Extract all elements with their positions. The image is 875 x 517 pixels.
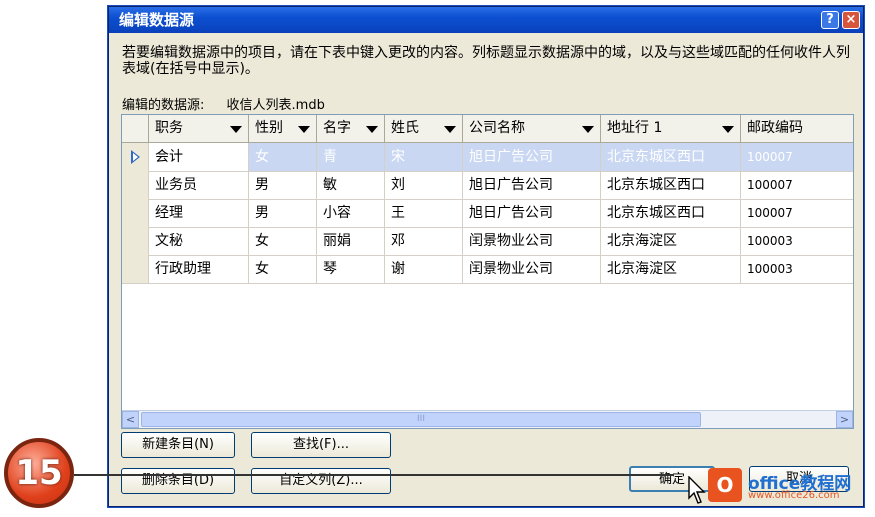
table-cell[interactable]: 北京东城区西口 bbox=[601, 171, 741, 199]
dropdown-arrow-icon[interactable] bbox=[722, 126, 734, 133]
table-cell[interactable]: 男 bbox=[249, 171, 317, 199]
row-selector[interactable] bbox=[122, 143, 149, 171]
close-button[interactable]: × bbox=[842, 11, 860, 29]
recipient-table[interactable]: 职务 性别 名字 姓氏 公司名称 地址行 1 邮政编码 会计 女 青 宋 旭日广… bbox=[121, 114, 854, 429]
row-selector[interactable] bbox=[122, 255, 149, 283]
table-cell[interactable]: 女 bbox=[249, 143, 317, 171]
column-header[interactable]: 邮政编码 bbox=[741, 115, 853, 142]
horizontal-scrollbar[interactable]: < III > bbox=[122, 410, 853, 428]
table-row[interactable]: 文秘 女 丽娟 邓 闰景物业公司 北京海淀区 100003 bbox=[122, 227, 853, 256]
find-button[interactable]: 查找(F)... bbox=[251, 432, 391, 458]
table-header: 职务 性别 名字 姓氏 公司名称 地址行 1 邮政编码 bbox=[122, 115, 853, 143]
title-bar: 编辑数据源 ? × bbox=[109, 7, 863, 33]
table-cell[interactable]: 青 bbox=[317, 143, 385, 171]
table-cell[interactable]: 会计 bbox=[149, 143, 249, 171]
row-selector[interactable] bbox=[122, 227, 149, 255]
column-header[interactable]: 性别 bbox=[249, 115, 317, 142]
table-cell[interactable]: 100007 bbox=[741, 171, 853, 199]
table-cell[interactable]: 北京东城区西口 bbox=[601, 143, 741, 171]
custom-columns-button[interactable]: 自定义列(Z)... bbox=[251, 468, 391, 494]
current-row-arrow-icon bbox=[131, 150, 140, 164]
table-cell[interactable]: 100003 bbox=[741, 227, 853, 255]
scroll-thumb[interactable]: III bbox=[141, 412, 701, 427]
table-cell[interactable]: 100007 bbox=[741, 199, 853, 227]
table-cell[interactable]: 北京海淀区 bbox=[601, 227, 741, 255]
table-cell[interactable]: 谢 bbox=[385, 255, 463, 283]
table-cell[interactable]: 100003 bbox=[741, 255, 853, 283]
new-entry-button[interactable]: 新建条目(N) bbox=[121, 432, 235, 458]
dropdown-arrow-icon[interactable] bbox=[582, 126, 594, 133]
scroll-right-button[interactable]: > bbox=[836, 411, 853, 428]
dropdown-arrow-icon[interactable] bbox=[444, 126, 456, 133]
table-cell[interactable]: 宋 bbox=[385, 143, 463, 171]
edit-data-source-dialog: 编辑数据源 ? × 若要编辑数据源中的项目，请在下表中键入更改的内容。列标题显示… bbox=[108, 6, 864, 507]
row-selector[interactable] bbox=[122, 171, 149, 199]
table-cell[interactable]: 经理 bbox=[149, 199, 249, 227]
table-cell[interactable]: 丽娟 bbox=[317, 227, 385, 255]
table-cell[interactable]: 王 bbox=[385, 199, 463, 227]
table-cell[interactable]: 女 bbox=[249, 227, 317, 255]
row-selector[interactable] bbox=[122, 199, 149, 227]
table-cell[interactable]: 刘 bbox=[385, 171, 463, 199]
callout-line bbox=[74, 474, 674, 476]
table-cell[interactable]: 北京海淀区 bbox=[601, 255, 741, 283]
step-number-badge: 15 bbox=[4, 438, 74, 508]
dropdown-arrow-icon[interactable] bbox=[230, 126, 242, 133]
column-header-label: 邮政编码 bbox=[747, 120, 803, 136]
table-row[interactable]: 会计 女 青 宋 旭日广告公司 北京东城区西口 100007 bbox=[122, 143, 853, 172]
watermark: O office教程网 www.office26.com bbox=[708, 466, 868, 506]
column-header[interactable]: 地址行 1 bbox=[601, 115, 741, 142]
window-title: 编辑数据源 bbox=[119, 11, 195, 29]
row-selector-header bbox=[122, 115, 149, 142]
table-row[interactable]: 行政助理 女 琴 谢 闰景物业公司 北京海淀区 100003 bbox=[122, 255, 853, 284]
column-header-label: 地址行 1 bbox=[607, 120, 663, 136]
column-header[interactable]: 公司名称 bbox=[463, 115, 601, 142]
table-cell[interactable]: 女 bbox=[249, 255, 317, 283]
column-header[interactable]: 名字 bbox=[317, 115, 385, 142]
table-cell[interactable]: 琴 bbox=[317, 255, 385, 283]
data-source-label: 编辑的数据源: bbox=[122, 98, 205, 113]
column-header-label: 性别 bbox=[255, 120, 283, 136]
table-cell[interactable]: 男 bbox=[249, 199, 317, 227]
table-cell[interactable]: 旭日广告公司 bbox=[463, 199, 601, 227]
instruction-text: 若要编辑数据源中的项目，请在下表中键入更改的内容。列标题显示数据源中的域，以及与… bbox=[122, 45, 850, 77]
column-header-label: 名字 bbox=[323, 120, 351, 136]
data-source-label-row: 编辑的数据源: 收信人列表.mdb bbox=[122, 94, 343, 113]
table-cell[interactable]: 敏 bbox=[317, 171, 385, 199]
dropdown-arrow-icon[interactable] bbox=[366, 126, 378, 133]
delete-entry-button[interactable]: 删除条目(D) bbox=[121, 468, 235, 494]
office-logo-icon: O bbox=[708, 468, 742, 502]
watermark-url: www.office26.com bbox=[748, 490, 840, 501]
table-cell[interactable]: 文秘 bbox=[149, 227, 249, 255]
column-header-label: 姓氏 bbox=[391, 120, 419, 136]
column-header-label: 公司名称 bbox=[469, 120, 525, 136]
column-header[interactable]: 姓氏 bbox=[385, 115, 463, 142]
help-button[interactable]: ? bbox=[821, 11, 839, 29]
table-cell[interactable]: 100007 bbox=[741, 143, 853, 171]
table-cell[interactable]: 邓 bbox=[385, 227, 463, 255]
table-cell[interactable]: 旭日广告公司 bbox=[463, 171, 601, 199]
scroll-left-button[interactable]: < bbox=[122, 411, 139, 428]
table-cell[interactable]: 小容 bbox=[317, 199, 385, 227]
column-header-label: 职务 bbox=[155, 120, 183, 136]
table-row[interactable]: 经理 男 小容 王 旭日广告公司 北京东城区西口 100007 bbox=[122, 199, 853, 228]
table-cell[interactable]: 闰景物业公司 bbox=[463, 227, 601, 255]
table-cell[interactable]: 闰景物业公司 bbox=[463, 255, 601, 283]
table-row[interactable]: 业务员 男 敏 刘 旭日广告公司 北京东城区西口 100007 bbox=[122, 171, 853, 200]
table-cell[interactable]: 行政助理 bbox=[149, 255, 249, 283]
dropdown-arrow-icon[interactable] bbox=[298, 126, 310, 133]
column-header[interactable]: 职务 bbox=[149, 115, 249, 142]
table-cell[interactable]: 业务员 bbox=[149, 171, 249, 199]
table-cell[interactable]: 旭日广告公司 bbox=[463, 143, 601, 171]
table-cell[interactable]: 北京东城区西口 bbox=[601, 199, 741, 227]
data-source-name: 收信人列表.mdb bbox=[226, 98, 325, 113]
